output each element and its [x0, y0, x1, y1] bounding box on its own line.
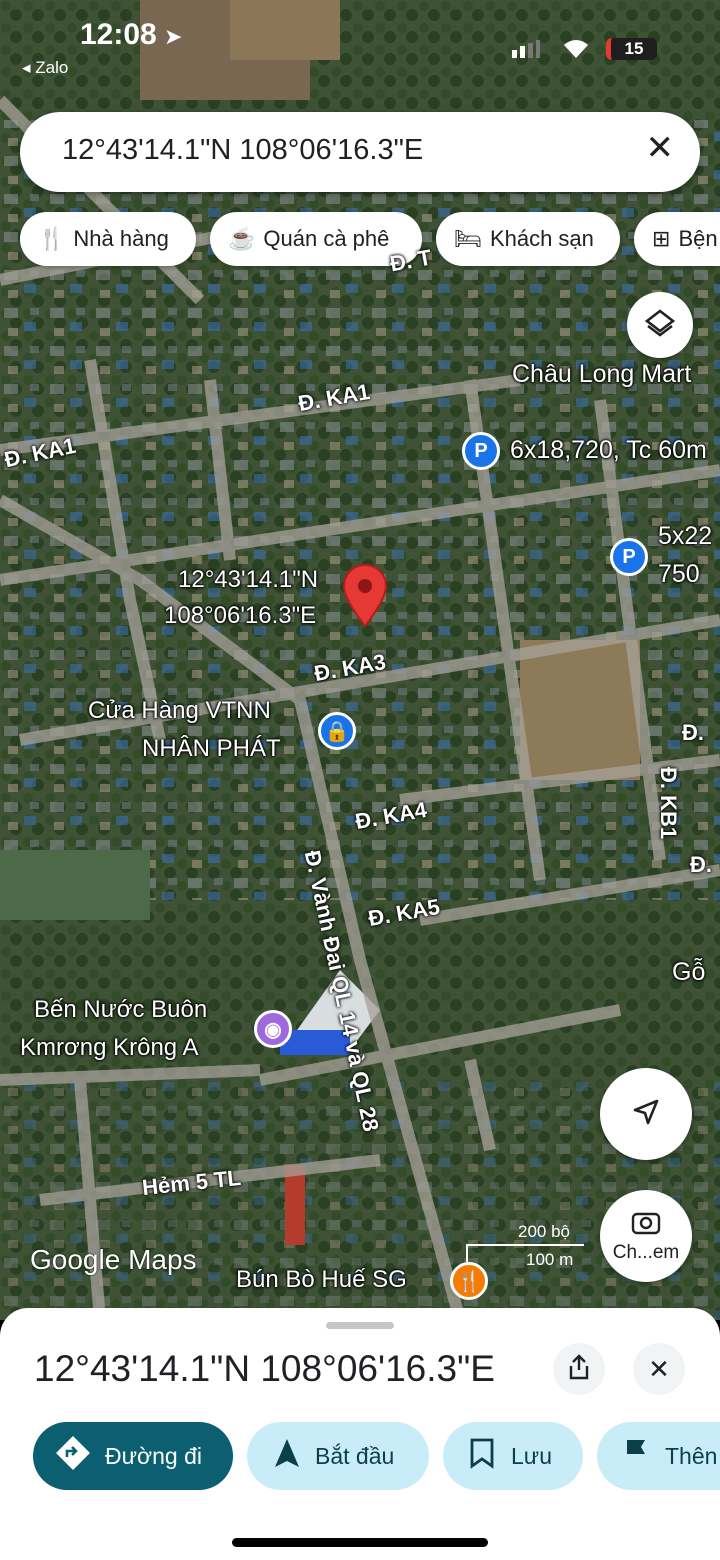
- chip-label: Khách sạn: [489, 226, 594, 251]
- shopping-bag-icon[interactable]: 🔒: [318, 712, 356, 750]
- bookmark-icon: [469, 1437, 495, 1475]
- hospital-icon: ⊞: [652, 226, 671, 251]
- parking-icon[interactable]: P: [462, 432, 500, 470]
- place-label[interactable]: Kmrơng Krông A: [20, 1034, 199, 1062]
- chip-label: Quán cà phê: [263, 226, 390, 251]
- chip-label: Bện: [678, 226, 718, 251]
- camera-icon[interactable]: ◉: [254, 1010, 292, 1048]
- close-icon[interactable]: ✕: [646, 128, 675, 168]
- button-label: Thên: [665, 1442, 718, 1469]
- close-sheet-button[interactable]: ✕: [633, 1343, 685, 1395]
- back-to-app-link[interactable]: ◂ Zalo: [22, 58, 68, 78]
- button-label: Đường đi: [105, 1442, 202, 1469]
- place-label[interactable]: Bún Bò Huế SG: [236, 1266, 407, 1294]
- location-arrow-icon: ➤: [164, 24, 183, 49]
- add-label-button[interactable]: Thên: [597, 1422, 720, 1490]
- hotel-icon: 🛏: [454, 226, 482, 251]
- scale-bar: 200 bộ 100 m: [466, 1222, 586, 1269]
- map-pin-icon[interactable]: [342, 564, 388, 633]
- search-query[interactable]: 12°43'14.1"N 108°06'16.3"E: [62, 134, 423, 167]
- place-title: 12°43'14.1"N 108°06'16.3"E: [34, 1348, 495, 1389]
- scale-imperial: 200 bộ: [518, 1222, 570, 1241]
- place-label[interactable]: Bến Nước Buôn: [34, 996, 207, 1024]
- button-label: Lưu: [511, 1442, 552, 1469]
- clock: 12:08: [80, 18, 157, 51]
- layers-button[interactable]: [627, 292, 693, 358]
- search-bar[interactable]: 12°43'14.1"N 108°06'16.3"E ✕: [20, 112, 700, 192]
- chip-label: Nhà hàng: [73, 226, 169, 251]
- camera-icon: [631, 1209, 661, 1240]
- navigation-arrow-icon: [273, 1437, 301, 1475]
- home-indicator[interactable]: [232, 1538, 488, 1547]
- place-label[interactable]: Gỗ: [672, 958, 705, 987]
- place-label[interactable]: NHÂN PHÁT: [142, 735, 281, 763]
- wifi-icon: [560, 36, 592, 65]
- navigation-arrow-icon: [631, 1097, 661, 1132]
- scale-metric: 100 m: [526, 1250, 574, 1269]
- chip-hospitals[interactable]: ⊞ Bện: [634, 212, 720, 266]
- road-label: Đ. KB1: [656, 766, 682, 840]
- chip-restaurants[interactable]: 🍴 Nhà hàng: [20, 212, 196, 266]
- directions-button[interactable]: Đường đi: [33, 1422, 233, 1490]
- camera-label: Ch...em: [612, 1241, 680, 1263]
- sheet-drag-handle[interactable]: [326, 1322, 394, 1329]
- start-button[interactable]: Bắt đầu: [247, 1422, 429, 1490]
- my-location-button[interactable]: [600, 1068, 692, 1160]
- pin-label: 12°43'14.1"N: [178, 566, 319, 593]
- place-label[interactable]: Cửa Hàng VTNN: [88, 697, 271, 725]
- road-label: Đ.: [682, 720, 704, 745]
- share-button[interactable]: [553, 1343, 605, 1395]
- place-label[interactable]: 750: [658, 560, 700, 589]
- google-maps-logo: Google Maps: [30, 1244, 197, 1275]
- coffee-icon: ☕: [228, 226, 256, 251]
- place-label[interactable]: 5x22: [658, 522, 712, 551]
- directions-icon: [55, 1435, 91, 1477]
- button-label: Bắt đầu: [315, 1442, 395, 1469]
- status-bar: 12:08 ➤ ◂ Zalo 15: [0, 0, 720, 100]
- close-icon: ✕: [648, 1353, 670, 1384]
- camera-search-button[interactable]: Ch...em: [600, 1190, 692, 1282]
- cellular-signal-icon: [510, 40, 540, 63]
- place-label[interactable]: Châu Long Mart: [512, 360, 691, 389]
- pin-label: 108°06'16.3"E: [164, 602, 317, 629]
- place-label[interactable]: 6x18,720, Tc 60m: [510, 436, 707, 465]
- chip-hotels[interactable]: 🛏 Khách sạn: [436, 212, 620, 266]
- share-icon: [567, 1353, 591, 1385]
- save-button[interactable]: Lưu: [443, 1422, 583, 1490]
- restaurant-icon[interactable]: 🍴: [450, 1262, 488, 1300]
- parking-icon[interactable]: P: [610, 538, 648, 576]
- battery-indicator: 15: [606, 38, 657, 60]
- restaurant-icon: 🍴: [38, 226, 66, 251]
- layers-icon: [644, 307, 676, 344]
- road-label: Đ.: [690, 852, 712, 877]
- flag-icon: [623, 1437, 649, 1475]
